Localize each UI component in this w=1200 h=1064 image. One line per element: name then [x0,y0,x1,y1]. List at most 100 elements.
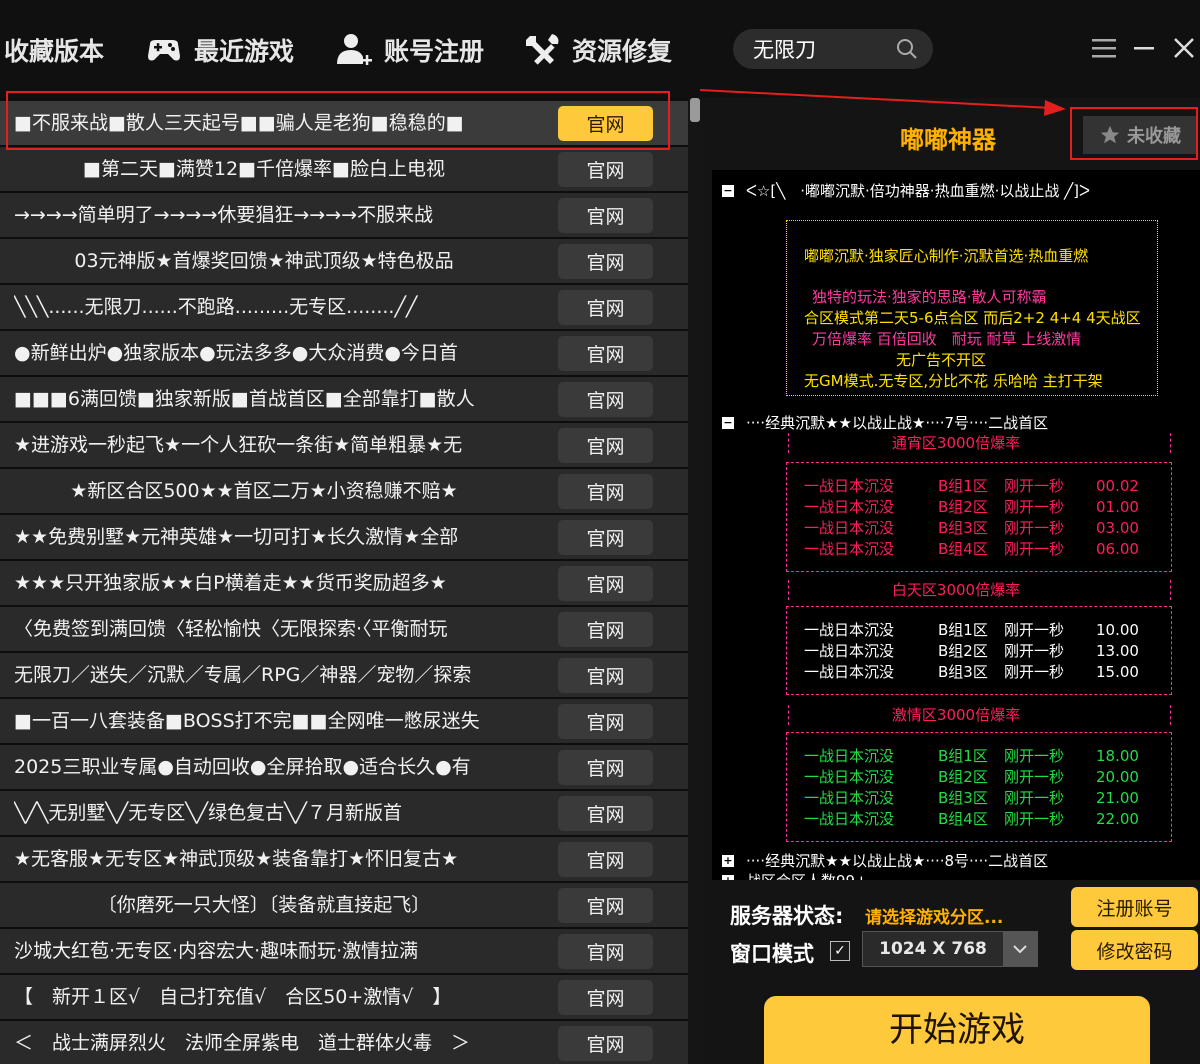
server-cell[interactable]: 一战日本沉没 [804,518,894,538]
official-site-button[interactable]: 官网 [558,796,653,831]
game-title: 沙城大红苞·无专区·内容宏大·趣味耐玩·激情拉满 [14,940,419,962]
game-row[interactable]: 03元神版★首爆奖回馈★神武顶级★特色极品 官网 [0,239,688,283]
tree-node-3[interactable]: + ····经典沉默★★以战止战★····8号····二战首区 [722,850,1048,872]
server-cell: B组3区 [938,519,988,537]
official-site-button[interactable]: 官网 [558,244,653,279]
tree-node-2[interactable]: − ····经典沉默★★以战止战★····7号····二战首区 [722,412,1048,434]
official-site-button[interactable]: 官网 [558,658,653,693]
nav-repair-label: 资源修复 [572,37,673,66]
window-mode-checkbox[interactable]: ✓ [830,941,850,961]
change-password-button[interactable]: 修改密码 [1071,930,1198,970]
official-site-button[interactable]: 官网 [558,520,653,555]
game-row[interactable]: ■第二天■满赞12■千倍爆率■脸白上电视 官网 [0,147,688,191]
server-cell[interactable]: 一战日本沉没 [804,641,894,661]
register-account-button[interactable]: 注册账号 [1071,887,1198,927]
server-cell: B组1区 [938,477,988,495]
search-icon[interactable] [895,37,919,61]
official-site-button[interactable]: 官网 [558,980,653,1015]
nav-register[interactable]: 账号注册 [334,26,484,74]
selection-highlight [6,91,670,150]
resolution-select[interactable]: 1024 X 768 [862,931,1038,967]
nav-recent[interactable]: 最近游戏 [144,26,294,74]
nav-repair[interactable]: 资源修复 [522,26,672,74]
game-row[interactable]: ★新区合区500★★首区二万★小资稳赚不赔★ 官网 [0,469,688,513]
game-row[interactable]: →→→→简单明了→→→→休要猖狂→→→→不服来战 官网 [0,193,688,237]
expand-icon[interactable]: + [722,855,734,867]
chevron-down-icon[interactable] [1003,932,1037,966]
game-row[interactable]: 无限刀／迷失／沉默／专属／RPG／神器／宠物／探索 官网 [0,653,688,697]
game-title: ■一百一八套装备■BOSS打不完■■全网唯一憋尿迷失 [14,710,480,732]
start-game-button[interactable]: 开始游戏 [764,996,1150,1064]
nav-favorites[interactable]: 收藏版本 [4,26,104,74]
scroll-thumb[interactable] [690,98,700,122]
official-site-button[interactable]: 官网 [558,474,653,509]
official-site-button[interactable]: 官网 [558,290,653,325]
game-row[interactable]: ＜ 战士满屏烈火 法师全屏紫电 道士群体火毒 ＞ 官网 [0,1021,688,1064]
minimize-icon[interactable] [1128,32,1160,64]
server-cell[interactable]: 一战日本沉没 [804,662,894,682]
close-icon[interactable] [1168,32,1200,64]
official-site-button[interactable]: 官网 [558,1026,653,1061]
search-input[interactable] [753,37,895,61]
intro-line-6: 无GM模式.无专区,分比不花 乐哈哈 主打干架 [804,372,1103,390]
game-row[interactable]: ╲╲╲......无限刀......不跑路.........无专区.......… [0,285,688,329]
game-row[interactable]: ■一百一八套装备■BOSS打不完■■全网唯一憋尿迷失 官网 [0,699,688,743]
official-site-button[interactable]: 官网 [558,198,653,233]
list-scrollbar[interactable] [688,98,702,1064]
collapse-icon[interactable]: − [722,185,734,197]
server-cell[interactable]: 一战日本沉没 [804,767,894,787]
server-cell[interactable]: 一战日本沉没 [804,788,894,808]
official-site-button[interactable]: 官网 [558,750,653,785]
panel-title: 嘟嘟神器 [900,126,996,154]
tree-node-4[interactable]: + 战区合区人数99+ [722,870,868,880]
server-cell[interactable]: 一战日本沉没 [804,539,894,559]
game-row[interactable]: 2025三职业专属●自动回收●全屏拾取●适合长久●有 官网 [0,745,688,789]
open-time: 22.00 [1096,810,1139,828]
game-row[interactable]: ●新鲜出炉●独家版本●玩法多多●大众消费●今日首 官网 [0,331,688,375]
game-row[interactable]: ★无客服★无专区★神武顶级★装备靠打★怀旧复古★ 官网 [0,837,688,881]
server-cell[interactable]: 一战日本沉没 [804,497,894,517]
open-time: 15.00 [1096,663,1139,681]
tree-node-3-label: ····经典沉默★★以战止战★····8号····二战首区 [746,852,1049,870]
game-row[interactable]: 〈免费签到满回馈〈轻松愉快〈无限探索·〈平衡耐玩 官网 [0,607,688,651]
menu-icon[interactable] [1088,32,1120,64]
game-row[interactable]: ★进游戏一秒起飞★一个人狂砍一条街★简单粗暴★无 官网 [0,423,688,467]
official-site-button[interactable]: 官网 [558,566,653,601]
official-site-button[interactable]: 官网 [558,612,653,647]
game-row[interactable]: 沙城大红苞·无专区·内容宏大·趣味耐玩·激情拉满 官网 [0,929,688,973]
game-row[interactable]: 【 新开１区√ 自己打充值√ 合区50+激情√ 】 官网 [0,975,688,1019]
official-site-button[interactable]: 官网 [558,842,653,877]
server-cell: 刚开一秒 [1004,519,1065,537]
official-site-button[interactable]: 官网 [558,934,653,969]
official-site-button[interactable]: 官网 [558,428,653,463]
official-site-button[interactable]: 官网 [558,382,653,417]
server-cell: B组1区 [938,621,988,639]
game-row[interactable]: ╲╱╲无别墅╲╱无专区╲╱绿色复古╲╱７月新版首 官网 [0,791,688,835]
server-cell[interactable]: 一战日本沉没 [804,476,894,496]
official-site-button[interactable]: 官网 [558,704,653,739]
nav-register-label: 账号注册 [384,37,485,66]
gamepad-icon [148,40,180,61]
game-row[interactable]: ■■■6满回馈■独家新版■首战首区■全部靠打■散人 官网 [0,377,688,421]
game-row[interactable]: 〔你磨死一只大怪〕〔装备就直接起飞〕 官网 [0,883,688,927]
nav-favorites-label: 收藏版本 [4,37,105,66]
server-cell[interactable]: 一战日本沉没 [804,746,894,766]
expand-icon[interactable]: + [722,875,734,880]
official-site-button[interactable]: 官网 [558,152,653,187]
collapse-icon[interactable]: − [722,417,734,429]
game-title: ＜ 战士满屏烈火 法师全屏紫电 道士群体火毒 ＞ [14,1032,471,1054]
game-row[interactable]: ★★免费别墅★元神英雄★一切可打★长久激情★全部 官网 [0,515,688,559]
official-site-button[interactable]: 官网 [558,336,653,371]
game-title: 无限刀／迷失／沉默／专属／RPG／神器／宠物／探索 [14,664,472,686]
game-row[interactable]: ★★★只开独家版★★白P横着走★★货币奖励超多★ 官网 [0,561,688,605]
open-time: 21.00 [1096,789,1139,807]
server-cell: B组1区 [938,747,988,765]
game-title: 03元神版★首爆奖回馈★神武顶级★特色极品 [74,250,454,272]
add-user-icon [337,34,372,65]
game-title: ★新区合区500★★首区二万★小资稳赚不赔★ [70,480,458,502]
server-cell[interactable]: 一战日本沉没 [804,620,894,640]
tree-node-1[interactable]: − ᐸ☆[╲ ·嘟嘟沉默·倍功神器·热血重燃·以战止战 ╱]ᐳ [722,180,1090,202]
official-site-button[interactable]: 官网 [558,888,653,923]
server-cell[interactable]: 一战日本沉没 [804,809,894,829]
server-cell: B组4区 [938,540,988,558]
